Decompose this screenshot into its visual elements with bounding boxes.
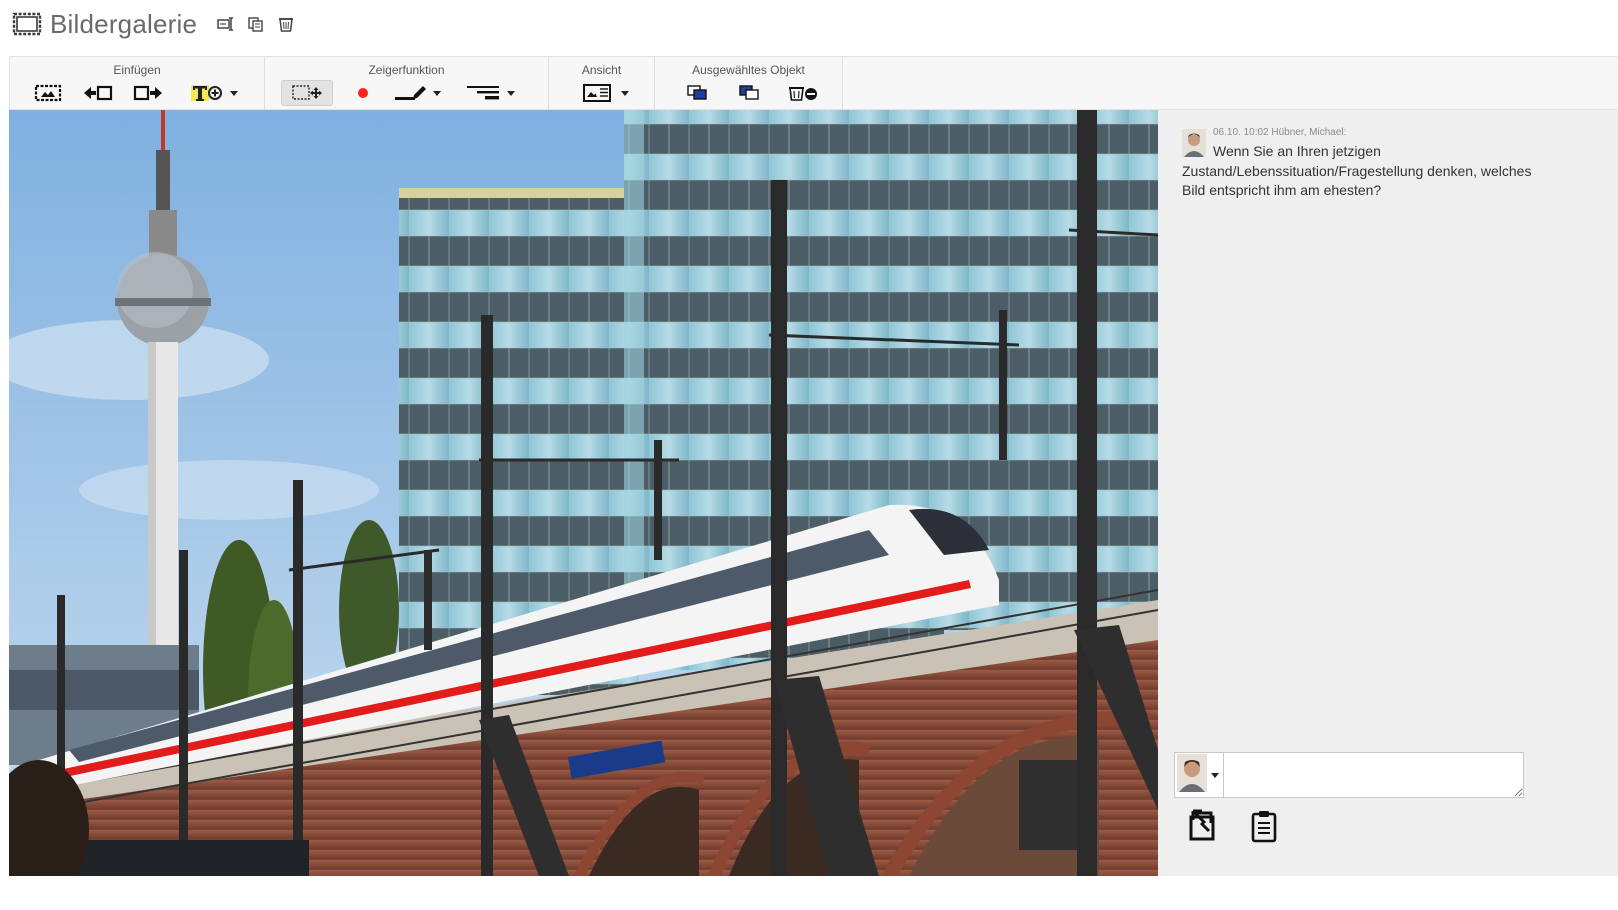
comment-panel: 06.10. 10:02 Hübner, Michael: Wenn Sie a…: [1158, 110, 1618, 876]
rename-icon[interactable]: [211, 9, 241, 39]
pen-button[interactable]: [393, 80, 429, 106]
group-label: Ausgewähltes Objekt: [692, 63, 805, 77]
comment-input[interactable]: [1224, 752, 1524, 798]
group-pointer: Zeigerfunktion: [265, 57, 549, 109]
export-button[interactable]: [1186, 808, 1222, 844]
insert-left-button[interactable]: [80, 80, 116, 106]
insert-text-dropdown[interactable]: [228, 80, 240, 106]
comment-composer: [1174, 752, 1524, 798]
author-picker[interactable]: [1174, 752, 1224, 798]
gallery-photo[interactable]: [9, 110, 1158, 876]
comment-text: Wenn Sie an Ihren jetzigen Zustand/Leben…: [1182, 143, 1532, 198]
clipboard-button[interactable]: [1246, 808, 1282, 844]
page-title: Bildergalerie: [50, 8, 198, 39]
pen-dropdown[interactable]: [431, 80, 443, 106]
insert-image-button[interactable]: [30, 80, 66, 106]
bring-to-front-button[interactable]: [681, 80, 717, 106]
delete-object-button[interactable]: [785, 80, 821, 106]
avatar: [1177, 753, 1207, 797]
send-to-back-button[interactable]: [733, 80, 769, 106]
comment-meta: 06.10. 10:02 Hübner, Michael:: [1213, 127, 1347, 138]
insert-right-button[interactable]: [130, 80, 166, 106]
title-bar: Bildergalerie: [10, 4, 301, 44]
delete-icon[interactable]: [271, 9, 301, 39]
ribbon-toolbar: Einfügen Zeigerfunktion Ansicht Ausgewäh…: [9, 56, 1618, 110]
insert-text-button[interactable]: [190, 80, 222, 106]
comment-item: 06.10. 10:02 Hübner, Michael: Wenn Sie a…: [1182, 126, 1542, 201]
duplicate-icon[interactable]: [241, 9, 271, 39]
view-mode-button[interactable]: [579, 80, 615, 106]
group-label: Ansicht: [581, 63, 622, 77]
group-label: Einfügen: [113, 63, 161, 77]
group-selected-object: Ausgewähltes Objekt: [655, 57, 843, 109]
select-move-button[interactable]: [281, 80, 333, 106]
gallery-icon: [10, 9, 44, 39]
comment-actions: [1186, 808, 1282, 844]
author-dropdown[interactable]: [1209, 762, 1221, 788]
group-insert: Einfügen: [10, 57, 265, 109]
group-view: Ansicht: [549, 57, 655, 109]
line-width-button[interactable]: [465, 80, 501, 106]
group-label: Zeigerfunktion: [368, 63, 445, 77]
pointer-red-dot-button[interactable]: [345, 80, 381, 106]
avatar: [1182, 129, 1206, 157]
view-mode-dropdown[interactable]: [619, 80, 631, 106]
line-width-dropdown[interactable]: [505, 80, 517, 106]
